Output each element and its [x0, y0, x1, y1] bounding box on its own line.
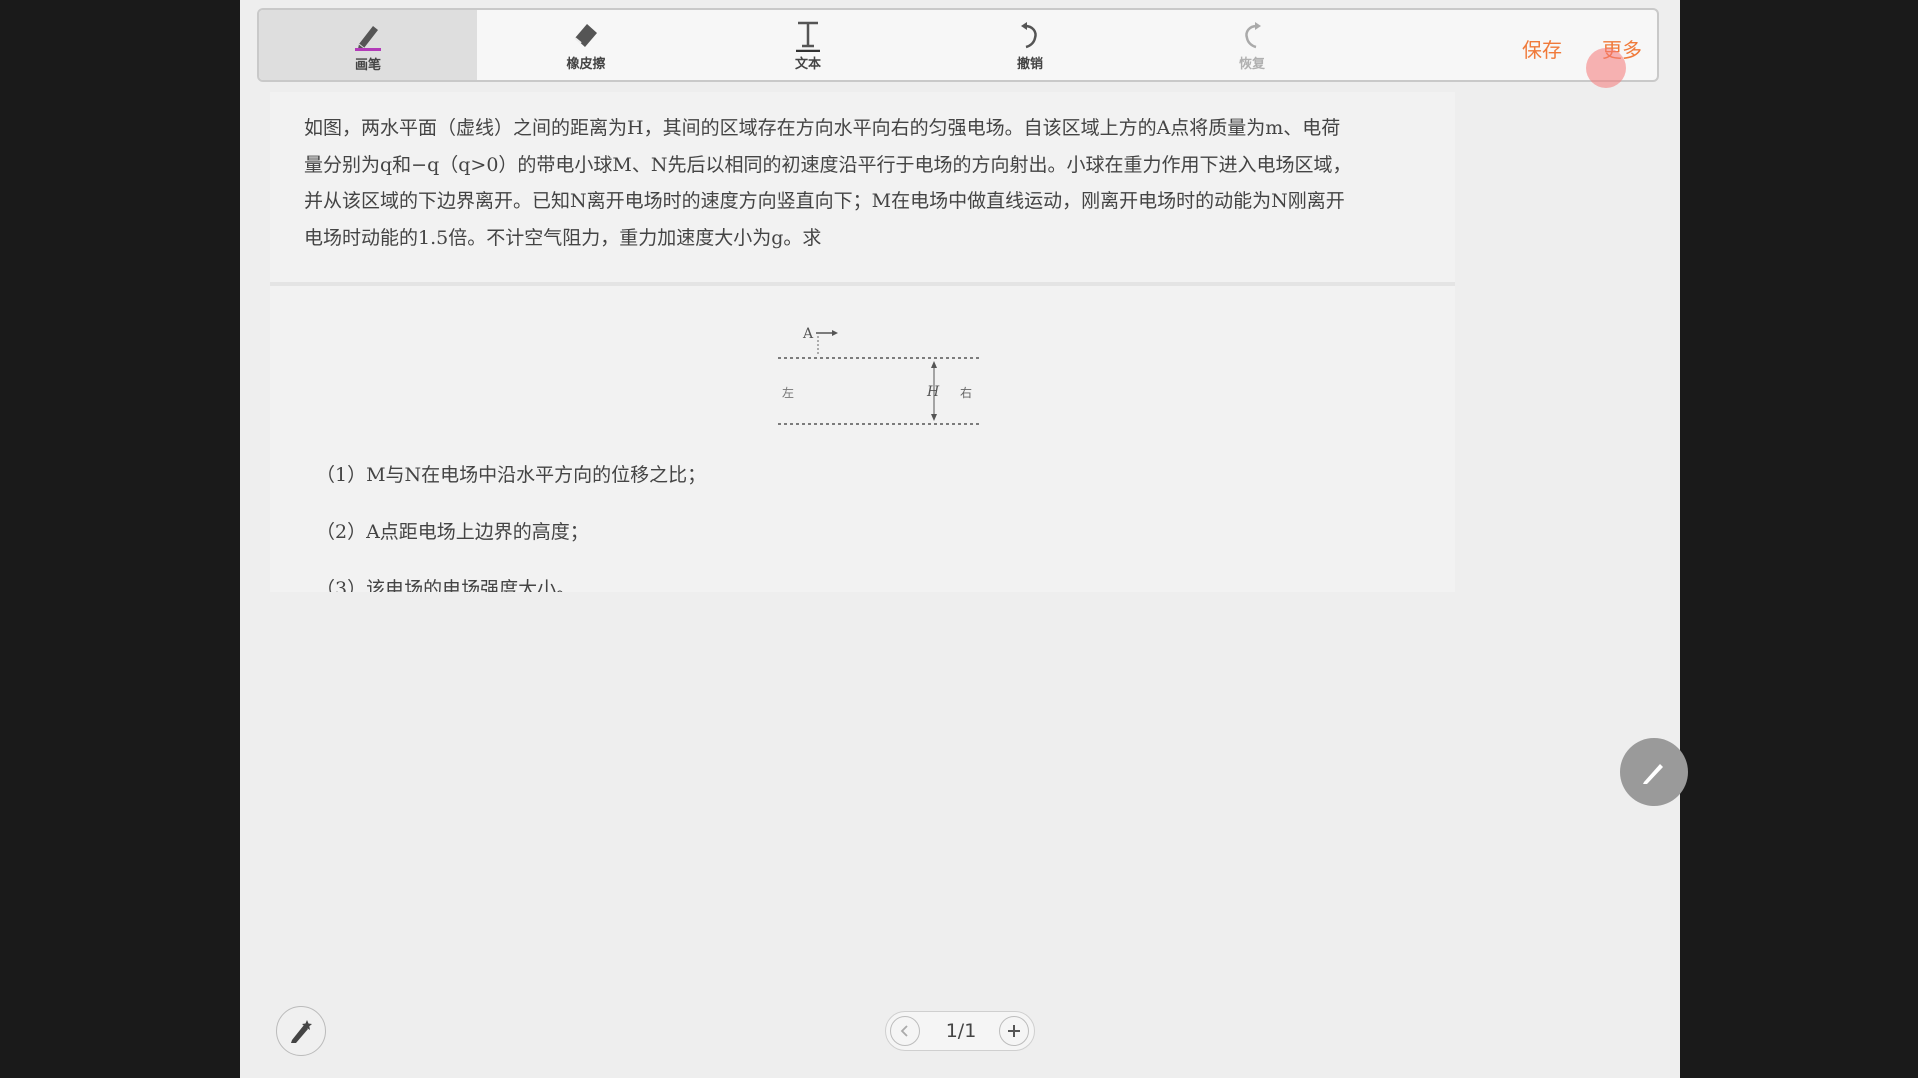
pen-star-icon	[291, 1020, 312, 1043]
page-navigator: 1/1	[885, 1011, 1035, 1051]
divider	[270, 282, 1455, 286]
electric-field-figure: A H 左 右	[778, 326, 980, 425]
plus-icon	[1008, 1025, 1020, 1037]
sub-question: （2）A点距电场上边界的高度；	[316, 521, 589, 543]
save-button[interactable]: 保存	[1522, 34, 1562, 63]
tool-undo[interactable]: 撤销	[921, 10, 1139, 80]
tool-pen[interactable]: 画笔	[259, 10, 477, 80]
question-line: 如图，两水平面（虚线）之间的距离为H，其间的区域存在方向水平向右的匀强电场。自该…	[304, 117, 1341, 139]
tool-pen-label: 画笔	[354, 57, 381, 73]
pen-star-button[interactable]	[276, 1006, 326, 1056]
redo-icon	[1245, 22, 1261, 49]
add-page-button[interactable]	[999, 1016, 1029, 1046]
tool-redo-label: 恢复	[1238, 57, 1265, 72]
tool-text-label: 文本	[794, 57, 821, 72]
question-line: 并从该区域的下边界离开。已知N离开电场时的速度方向竖直向下；M在电场中做直线运动…	[304, 190, 1345, 212]
question-text: 如图，两水平面（虚线）之间的距离为H，其间的区域存在方向水平向右的匀强电场。自该…	[304, 110, 1454, 256]
floating-pen-button[interactable]	[1620, 738, 1688, 806]
sub-question: （1）M与N在电场中沿水平方向的位移之比；	[316, 464, 707, 486]
figure-point-label: A	[802, 326, 814, 342]
question-line: 电场时动能的1.5倍。不计空气阻力，重力加速度大小为g。求	[304, 226, 822, 249]
pen-color-indicator	[355, 47, 381, 51]
tool-eraser-label: 橡皮擦	[566, 57, 606, 72]
tool-eraser[interactable]: 橡皮擦	[477, 10, 695, 80]
eraser-icon	[574, 24, 597, 47]
figure-right-label: 右	[960, 385, 972, 400]
tool-redo[interactable]: 恢复	[1143, 10, 1361, 80]
pen-icon	[358, 25, 378, 49]
pencil-icon	[1643, 764, 1663, 784]
undo-icon	[1021, 22, 1037, 49]
whiteboard-app: 画笔 橡皮擦 文本 撤销 恢复 保存 更多 如图，两水平面（虚线）之间的距离为H…	[240, 0, 1688, 1078]
text-icon	[796, 21, 820, 52]
question-clip: 如图，两水平面（虚线）之间的距离为H，其间的区域存在方向水平向右的匀强电场。自该…	[270, 92, 1455, 592]
question-line: 量分别为q和−q（q>0）的带电小球M、N先后以相同的初速度沿平行于电场的方向射…	[304, 153, 1352, 176]
toolbar: 画笔 橡皮擦 文本 撤销 恢复 保存 更多	[257, 8, 1659, 82]
sub-question: （3）该电场的电场强度大小。	[316, 578, 576, 592]
tool-text[interactable]: 文本	[699, 10, 917, 80]
figure-left-label: 左	[782, 385, 794, 400]
touch-indicator	[1586, 48, 1626, 88]
figure-height-label: H	[926, 384, 940, 400]
question-canvas[interactable]: 如图，两水平面（虚线）之间的距离为H，其间的区域存在方向水平向右的匀强电场。自该…	[270, 92, 1455, 592]
tool-undo-label: 撤销	[1016, 57, 1043, 72]
